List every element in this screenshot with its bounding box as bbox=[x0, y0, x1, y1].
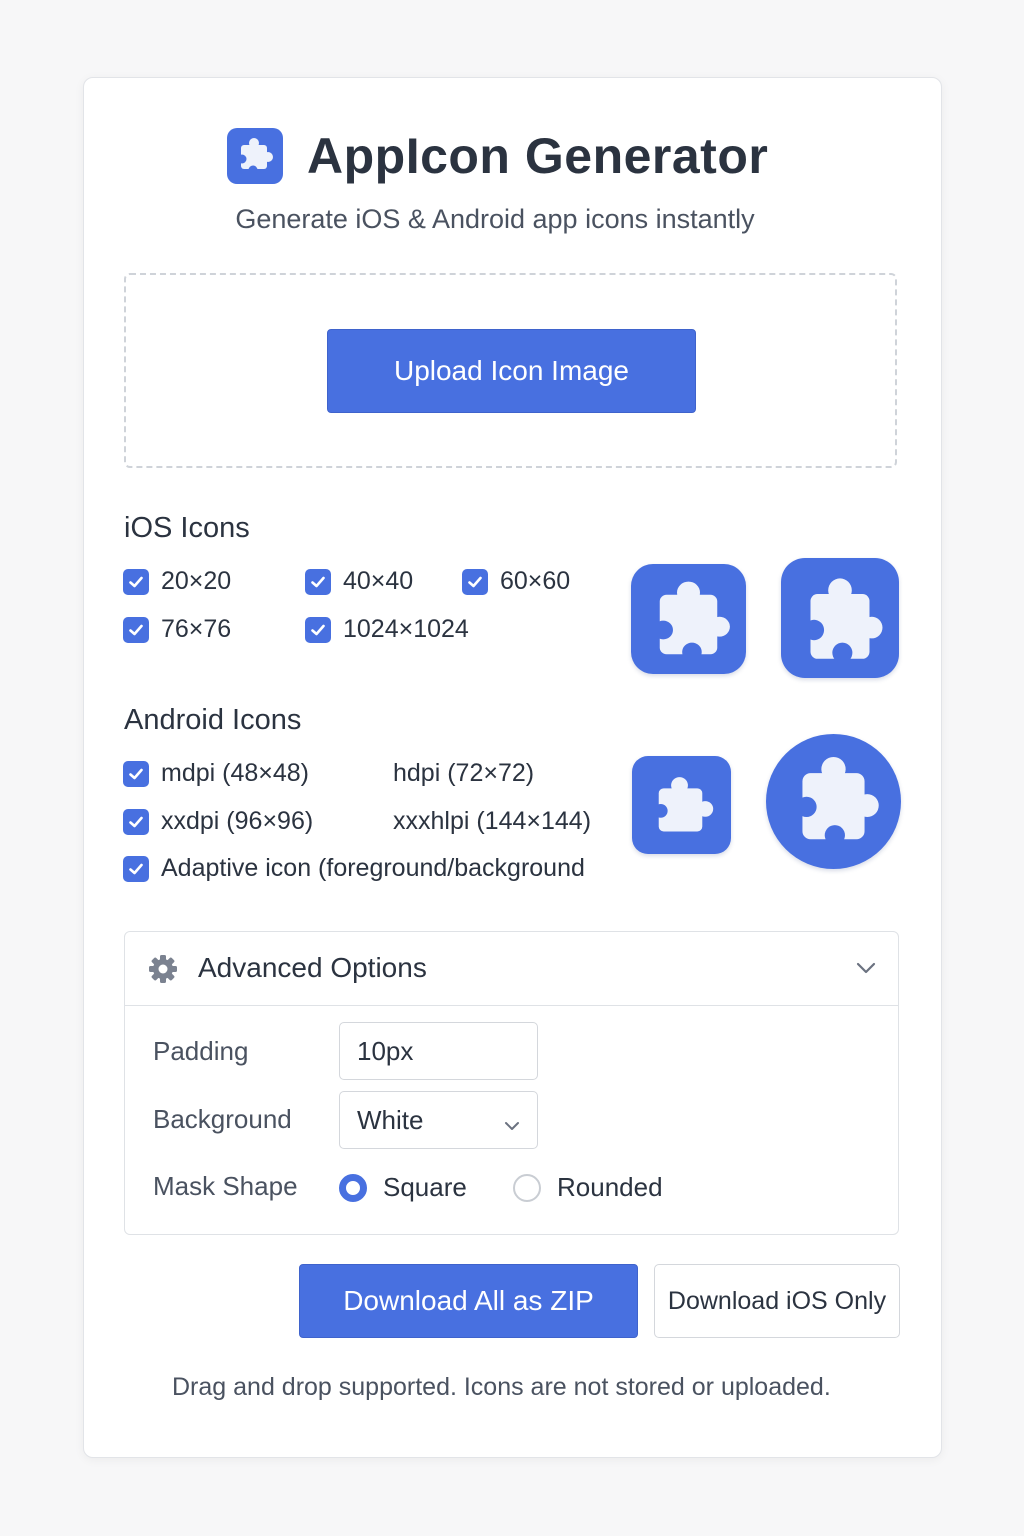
advanced-options-toggle[interactable]: Advanced Options bbox=[125, 932, 898, 1006]
android-option-label: Adaptive icon (foreground/background bbox=[161, 854, 585, 882]
checkbox-checked-icon bbox=[462, 568, 488, 595]
mask-option-label: Square bbox=[383, 1172, 467, 1202]
padding-input[interactable]: 10px bbox=[339, 1022, 538, 1080]
gear-icon bbox=[147, 953, 179, 985]
download-ios-only-button[interactable]: Download iOS Only bbox=[654, 1264, 900, 1338]
ios-size-label: 40×40 bbox=[343, 567, 414, 595]
checkbox-checked-icon bbox=[123, 808, 149, 835]
background-select[interactable]: White bbox=[339, 1091, 538, 1149]
background-label: Background bbox=[153, 1104, 292, 1134]
ios-size-checkbox-76[interactable]: 76×76 bbox=[123, 615, 231, 644]
footer-note: Drag and drop supported. Icons are not s… bbox=[172, 1373, 831, 1401]
mask-square-radio[interactable]: Square bbox=[339, 1172, 467, 1203]
chevron-down-icon bbox=[503, 1111, 521, 1130]
checkbox-checked-icon bbox=[305, 568, 331, 595]
puzzle-piece-icon bbox=[653, 581, 730, 662]
ios-preview-large bbox=[781, 558, 899, 678]
android-option-hdpi[interactable]: hdpi (72×72) bbox=[393, 759, 534, 788]
ios-size-checkbox-1024[interactable]: 1024×1024 bbox=[305, 615, 469, 644]
ios-section-title: iOS Icons bbox=[124, 512, 250, 544]
puzzle-piece-icon bbox=[227, 128, 283, 184]
ios-size-checkbox-60[interactable]: 60×60 bbox=[462, 567, 570, 596]
chevron-down-icon bbox=[854, 956, 878, 980]
checkbox-checked-icon bbox=[305, 616, 331, 643]
advanced-options-title: Advanced Options bbox=[198, 952, 427, 983]
ios-size-label: 60×60 bbox=[500, 567, 571, 595]
android-section-title: Android Icons bbox=[124, 704, 302, 736]
checkbox-checked-icon bbox=[123, 568, 149, 595]
android-option-label: xxdpi (96×96) bbox=[161, 807, 314, 835]
mask-option-label: Rounded bbox=[557, 1172, 663, 1202]
puzzle-piece-icon bbox=[804, 578, 883, 663]
ios-size-checkbox-40[interactable]: 40×40 bbox=[305, 567, 413, 596]
checkbox-checked-icon bbox=[123, 855, 149, 882]
android-option-xxxhdpi[interactable]: xxxhlpi (144×144) bbox=[393, 807, 591, 836]
checkbox-checked-icon bbox=[123, 760, 149, 787]
ios-size-checkbox-20[interactable]: 20×20 bbox=[123, 567, 231, 596]
upload-icon-button[interactable]: Upload Icon Image bbox=[327, 329, 696, 413]
page-title: AppIcon Generator bbox=[307, 128, 769, 184]
radio-selected-icon bbox=[339, 1173, 367, 1202]
ios-size-label: 20×20 bbox=[161, 567, 232, 595]
radio-unselected-icon bbox=[513, 1173, 541, 1202]
android-preview-square bbox=[632, 756, 731, 854]
checkbox-checked-icon bbox=[123, 616, 149, 643]
background-select-value: White bbox=[357, 1104, 424, 1135]
android-checkbox-mdpi[interactable]: mdpi (48×48) bbox=[123, 759, 309, 788]
ios-size-label: 76×76 bbox=[161, 615, 232, 643]
page-subtitle: Generate iOS & Android app icons instant… bbox=[235, 204, 755, 234]
ios-size-label: 1024×1024 bbox=[343, 615, 469, 643]
android-preview-circle bbox=[766, 734, 901, 869]
padding-label: Padding bbox=[153, 1036, 249, 1066]
mask-rounded-radio[interactable]: Rounded bbox=[513, 1172, 663, 1203]
puzzle-piece-icon bbox=[796, 756, 879, 846]
download-all-zip-button[interactable]: Download All as ZIP bbox=[299, 1264, 638, 1338]
android-option-label: mdpi (48×48) bbox=[161, 759, 309, 787]
ios-preview-small bbox=[631, 564, 746, 674]
mask-shape-label: Mask Shape bbox=[153, 1171, 298, 1201]
android-checkbox-adaptive[interactable]: Adaptive icon (foreground/background bbox=[123, 854, 585, 883]
android-checkbox-xxdpi[interactable]: xxdpi (96×96) bbox=[123, 807, 313, 836]
puzzle-piece-icon bbox=[653, 777, 714, 832]
header: AppIcon Generator bbox=[0, 125, 1024, 187]
